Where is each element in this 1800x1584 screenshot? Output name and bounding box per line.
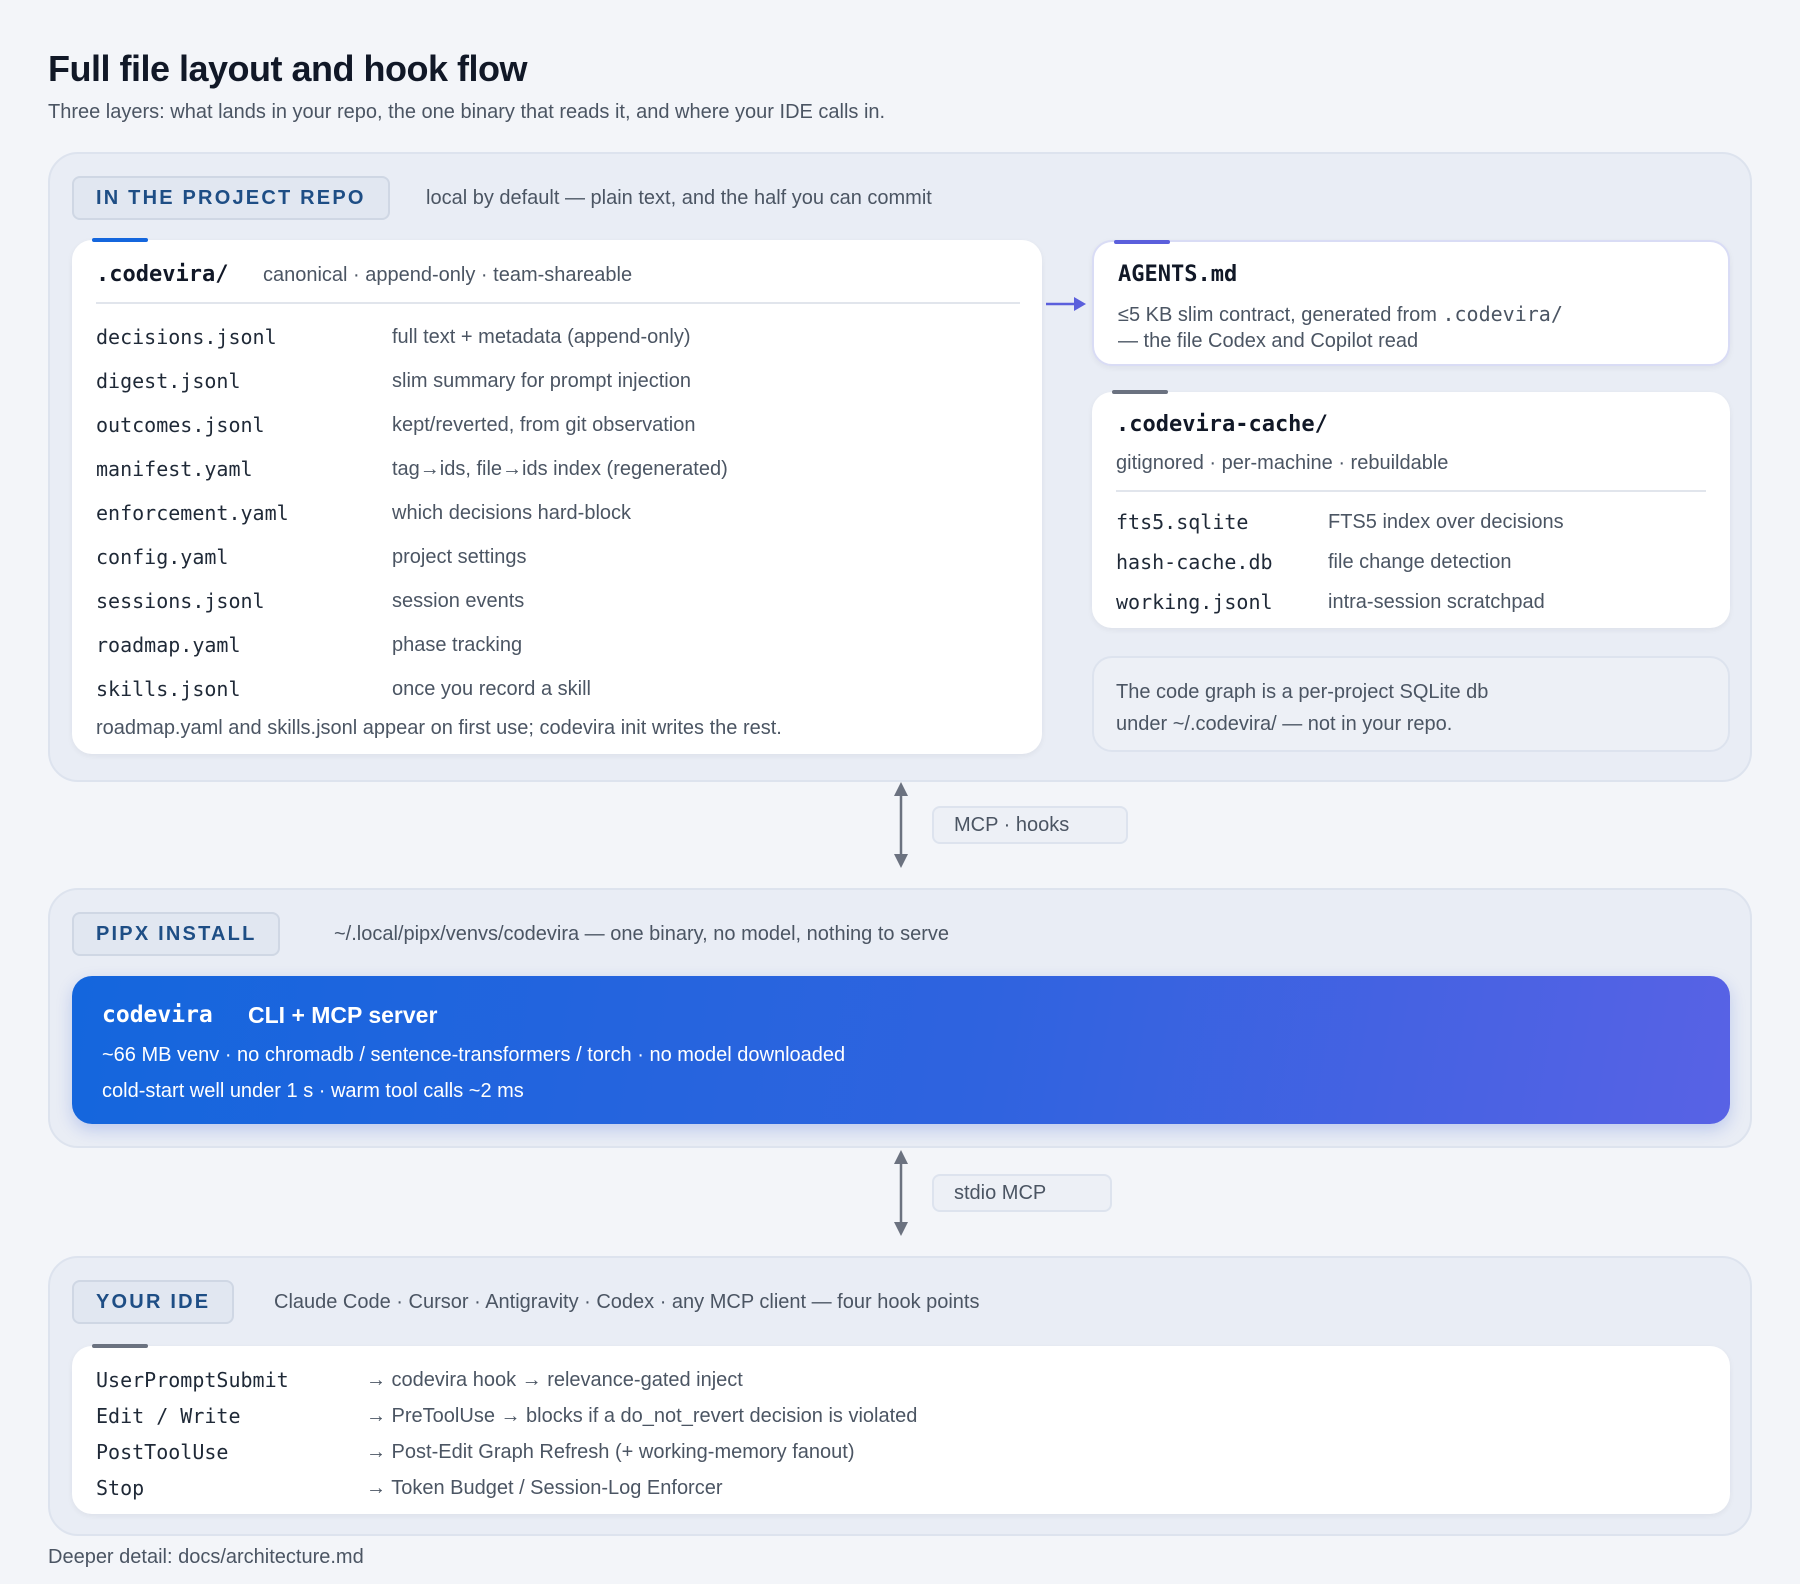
cache-file-name: fts5.sqlite	[1116, 510, 1249, 534]
codevira-dir-card: .codevira/ canonical · append-only · tea…	[72, 238, 1042, 754]
cache-file-row: hash-cache.db file change detection	[1116, 550, 1716, 580]
pipx-layer: PIPX INSTALL ~/.local/pipx/venvs/codevir…	[48, 888, 1752, 1148]
file-description: slim summary for prompt injection	[392, 370, 691, 392]
binary-name: codevira	[102, 1002, 213, 1028]
file-name: config.yaml	[96, 545, 229, 569]
file-row: config.yaml project settings	[96, 545, 996, 575]
cache-file-name: working.jsonl	[1116, 590, 1273, 614]
codevira-binary-card: codevira CLI + MCP server ~66 MB venv · …	[72, 976, 1730, 1124]
page-subtitle: Three layers: what lands in your repo, t…	[48, 101, 886, 123]
hook-description: → Post-Edit Graph Refresh (+ working-mem…	[366, 1441, 855, 1463]
ide-layer: YOUR IDE Claude Code · Cursor · Antigrav…	[48, 1256, 1752, 1536]
file-name: outcomes.jsonl	[96, 413, 265, 437]
hook-name: Stop	[96, 1476, 145, 1500]
file-row: enforcement.yaml which decisions hard-bl…	[96, 501, 996, 531]
codevira-cache-subtitle: gitignored · per-machine · rebuildable	[1116, 452, 1449, 474]
repo-layer: IN THE PROJECT REPO local by default — p…	[48, 152, 1752, 782]
file-description: project settings	[392, 546, 527, 568]
hook-card-accent	[92, 1344, 148, 1348]
agents-md-source-dir: .codevira/	[1442, 302, 1563, 326]
pipx-ide-connector	[894, 1150, 908, 1236]
hook-name: UserPromptSubmit	[96, 1368, 289, 1392]
file-name: manifest.yaml	[96, 457, 253, 481]
file-row: outcomes.jsonl kept/reverted, from git o…	[96, 413, 996, 443]
cache-file-name: hash-cache.db	[1116, 550, 1273, 574]
code-graph-note-line1: The code graph is a per-project SQLite d…	[1116, 681, 1489, 703]
file-description: once you record a skill	[392, 678, 591, 700]
code-graph-note: The code graph is a per-project SQLite d…	[1092, 656, 1730, 752]
generates-arrow	[1046, 297, 1086, 311]
agents-md-line1-text: ≤5 KB slim contract, generated from	[1118, 304, 1443, 326]
file-name: digest.jsonl	[96, 369, 241, 393]
repo-layer-label: IN THE PROJECT REPO	[72, 176, 390, 220]
file-row: manifest.yaml tag→ids, file→ids index (r…	[96, 457, 996, 487]
ide-layer-description: Claude Code · Cursor · Antigravity · Cod…	[274, 1291, 980, 1313]
file-row: digest.jsonl slim summary for prompt inj…	[96, 369, 996, 399]
codevira-dir-note: roadmap.yaml and skills.jsonl appear on …	[96, 717, 782, 739]
file-row: decisions.jsonl full text + metadata (ap…	[96, 325, 996, 355]
hook-row: Stop → Token Budget / Session-Log Enforc…	[96, 1476, 1296, 1506]
ide-layer-label: YOUR IDE	[72, 1280, 235, 1324]
file-description: full text + metadata (append-only)	[392, 326, 691, 348]
agents-card-accent	[1114, 240, 1170, 244]
hook-description: → PreToolUse → blocks if a do_not_revert…	[366, 1405, 918, 1427]
file-name: sessions.jsonl	[96, 589, 265, 613]
binary-role: CLI + MCP server	[248, 1002, 438, 1028]
agents-md-card: AGENTS.md ≤5 KB slim contract, generated…	[1092, 240, 1730, 366]
hook-points-card: UserPromptSubmit → codevira hook → relev…	[72, 1344, 1730, 1514]
cache-card-accent	[1112, 390, 1168, 394]
hook-description: → Token Budget / Session-Log Enforcer	[366, 1477, 723, 1499]
file-name: decisions.jsonl	[96, 325, 277, 349]
codevira-card-divider	[96, 302, 1020, 304]
codevira-dir-title: .codevira/	[96, 262, 229, 287]
codevira-dir-subtitle: canonical · append-only · team-shareable	[263, 264, 633, 286]
file-name: roadmap.yaml	[96, 633, 241, 657]
mcp-hooks-label: MCP · hooks	[932, 806, 1128, 844]
binary-performance: cold-start well under 1 s · warm tool ca…	[102, 1080, 524, 1102]
file-description: tag→ids, file→ids index (regenerated)	[392, 458, 728, 480]
hook-row: Edit / Write → PreToolUse → blocks if a …	[96, 1404, 1296, 1434]
binary-footprint: ~66 MB venv · no chromadb / sentence-tra…	[102, 1044, 846, 1066]
footer-note: Deeper detail: docs/architecture.md	[48, 1546, 364, 1568]
file-description: kept/reverted, from git observation	[392, 414, 696, 436]
hook-name: Edit / Write	[96, 1404, 241, 1428]
stdio-mcp-label: stdio MCP	[932, 1174, 1112, 1212]
agents-md-title: AGENTS.md	[1118, 262, 1238, 287]
cache-file-description: FTS5 index over decisions	[1328, 511, 1564, 533]
pipx-layer-label: PIPX INSTALL	[72, 912, 281, 956]
cache-card-divider	[1116, 490, 1706, 492]
hook-row: PostToolUse → Post-Edit Graph Refresh (+…	[96, 1440, 1296, 1470]
cache-file-description: intra-session scratchpad	[1328, 591, 1545, 613]
file-description: which decisions hard-block	[392, 502, 632, 524]
hook-description: → codevira hook → relevance-gated inject	[366, 1369, 743, 1391]
codevira-cache-title: .codevira-cache/	[1116, 412, 1328, 437]
cache-file-row: working.jsonl intra-session scratchpad	[1116, 590, 1716, 620]
file-row: skills.jsonl once you record a skill	[96, 677, 996, 707]
codevira-card-accent	[92, 238, 148, 242]
hook-row: UserPromptSubmit → codevira hook → relev…	[96, 1368, 1296, 1398]
repo-pipx-connector	[894, 782, 908, 868]
agents-md-line1: ≤5 KB slim contract, generated from .cod…	[1118, 302, 1563, 327]
file-row: roadmap.yaml phase tracking	[96, 633, 996, 663]
file-description: phase tracking	[392, 634, 523, 656]
agents-md-line2: — the file Codex and Copilot read	[1118, 330, 1419, 352]
hook-name: PostToolUse	[96, 1440, 229, 1464]
file-name: skills.jsonl	[96, 677, 241, 701]
pipx-layer-description: ~/.local/pipx/venvs/codevira — one binar…	[334, 923, 949, 945]
file-name: enforcement.yaml	[96, 501, 289, 525]
repo-layer-description: local by default — plain text, and the h…	[426, 187, 932, 209]
cache-file-description: file change detection	[1328, 551, 1512, 573]
file-description: session events	[392, 590, 525, 612]
code-graph-note-line2: under ~/.codevira/ — not in your repo.	[1116, 713, 1453, 735]
codevira-cache-card: .codevira-cache/ gitignored · per-machin…	[1092, 390, 1730, 628]
cache-file-row: fts5.sqlite FTS5 index over decisions	[1116, 510, 1716, 540]
file-row: sessions.jsonl session events	[96, 589, 996, 619]
page-title: Full file layout and hook flow	[48, 48, 528, 89]
